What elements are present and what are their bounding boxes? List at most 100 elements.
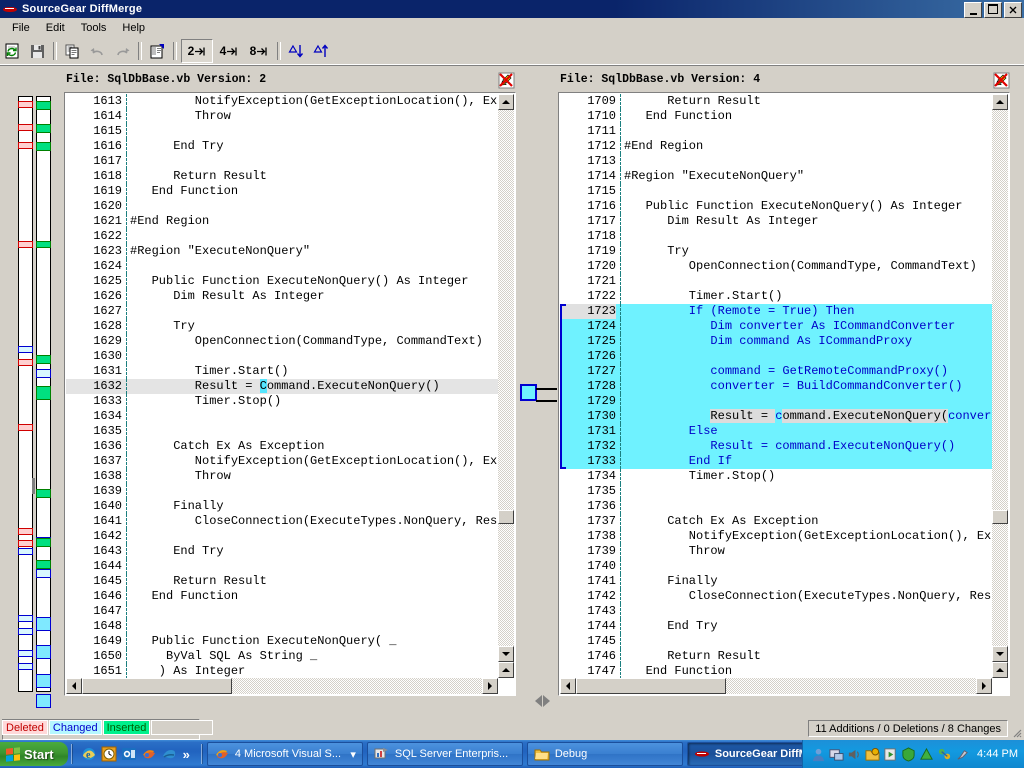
- network-icon[interactable]: [829, 747, 844, 762]
- right-diff-pane[interactable]: 1709 Return Result 1710 End Function 1711 1…: [557, 91, 1011, 697]
- copy-button[interactable]: [61, 40, 84, 62]
- code-line[interactable]: 1742 CloseConnection(ExecuteTypes.NonQue…: [560, 589, 1008, 604]
- code-line[interactable]: 1740: [560, 559, 1008, 574]
- code-line[interactable]: 1725 Dim command As ICommandProxy: [560, 334, 1008, 349]
- overview-marker-chg[interactable]: [18, 650, 33, 657]
- left-scroll-left-button[interactable]: [66, 678, 82, 694]
- overview-marker-chg[interactable]: [18, 615, 33, 622]
- context-2-button[interactable]: 2: [181, 39, 213, 63]
- left-vscroll-track[interactable]: [498, 110, 514, 646]
- left-scroll-right-button[interactable]: [482, 678, 498, 694]
- undo-button[interactable]: [86, 40, 109, 62]
- redo-button[interactable]: [111, 40, 134, 62]
- left-scroll-down-button[interactable]: [498, 646, 514, 662]
- menu-file[interactable]: File: [4, 20, 38, 36]
- quick-launch-overflow[interactable]: »: [181, 747, 192, 762]
- code-line[interactable]: 1711: [560, 124, 1008, 139]
- code-line[interactable]: 1741 Finally: [560, 574, 1008, 589]
- left-vertical-scrollbar[interactable]: [498, 94, 514, 678]
- left-horizontal-scrollbar[interactable]: [66, 678, 498, 694]
- code-line[interactable]: 1614 Throw: [66, 109, 514, 124]
- close-button[interactable]: [1004, 2, 1022, 18]
- clock-icon[interactable]: [101, 746, 117, 762]
- code-line[interactable]: 1615: [66, 124, 514, 139]
- overview-marker-ins[interactable]: [36, 538, 51, 547]
- right-vscroll-thumb[interactable]: [992, 510, 1008, 524]
- code-line[interactable]: 1629 OpenConnection(CommandType, Command…: [66, 334, 514, 349]
- media-icon[interactable]: [883, 747, 898, 762]
- code-line[interactable]: 1633 Timer.Stop(): [66, 394, 514, 409]
- code-line[interactable]: 1719 Try: [560, 244, 1008, 259]
- pane-nav-buttons[interactable]: [528, 692, 556, 710]
- code-line[interactable]: 1627: [66, 304, 514, 319]
- right-overview-map[interactable]: [36, 96, 51, 708]
- code-line[interactable]: 1649 Public Function ExecuteNonQuery( _: [66, 634, 514, 649]
- copy-to-left-icon[interactable]: [534, 695, 542, 707]
- code-line[interactable]: 1747 End Function: [560, 664, 1008, 679]
- left-overview-map[interactable]: [18, 96, 33, 692]
- code-line[interactable]: 1713: [560, 154, 1008, 169]
- user-icon[interactable]: [811, 747, 826, 762]
- code-line[interactable]: 1727 command = GetRemoteCommandProxy(): [560, 364, 1008, 379]
- overview-marker-ins[interactable]: [36, 386, 51, 400]
- code-line[interactable]: 1648: [66, 619, 514, 634]
- overview-marker-ins[interactable]: [36, 101, 51, 110]
- resize-grip-icon[interactable]: [1010, 726, 1022, 738]
- internet-explorer-icon[interactable]: e: [81, 746, 97, 762]
- code-line[interactable]: 1744 End Try: [560, 619, 1008, 634]
- code-line[interactable]: 1733 End If: [560, 454, 1008, 469]
- overview-marker-del[interactable]: [18, 142, 33, 149]
- code-line[interactable]: 1717 Dim Result As Integer: [560, 214, 1008, 229]
- right-edit-disabled-icon[interactable]: [993, 72, 1010, 89]
- code-line[interactable]: 1640 Finally: [66, 499, 514, 514]
- overview-marker-del[interactable]: [18, 241, 33, 248]
- right-scroll-pagedown-button[interactable]: [992, 662, 1008, 678]
- msn-icon[interactable]: [161, 746, 177, 762]
- left-scroll-pagedown-button[interactable]: [498, 662, 514, 678]
- antivirus-icon[interactable]: [919, 747, 934, 762]
- overview-marker-chg[interactable]: [18, 663, 33, 670]
- right-scroll-down-button[interactable]: [992, 646, 1008, 662]
- code-line[interactable]: 1645 Return Result: [66, 574, 514, 589]
- left-edit-disabled-icon[interactable]: [498, 72, 515, 89]
- overview-marker-del[interactable]: [18, 359, 33, 366]
- brush-icon[interactable]: [955, 747, 970, 762]
- overview-marker-del[interactable]: [18, 528, 33, 535]
- sync-icon[interactable]: [937, 747, 952, 762]
- code-line[interactable]: 1621 #End Region: [66, 214, 514, 229]
- taskbar-item-debug[interactable]: Debug: [526, 742, 683, 766]
- overview-marker-chg2[interactable]: [36, 645, 51, 659]
- code-line[interactable]: 1631 Timer.Start(): [66, 364, 514, 379]
- code-line[interactable]: 1619 End Function: [66, 184, 514, 199]
- code-line[interactable]: 1716 Public Function ExecuteNonQuery() A…: [560, 199, 1008, 214]
- context-8-button[interactable]: 8: [244, 40, 274, 62]
- right-scroll-right-button[interactable]: [976, 678, 992, 694]
- right-vscroll-track[interactable]: [992, 110, 1008, 646]
- code-line[interactable]: 1650 ByVal SQL As String _: [66, 649, 514, 664]
- taskbar-item-sql-server[interactable]: SQL Server Enterpris...: [366, 742, 523, 766]
- code-line[interactable]: 1724 Dim converter As ICommandConverter: [560, 319, 1008, 334]
- code-line[interactable]: 1728 converter = BuildCommandConverter(): [560, 379, 1008, 394]
- overview-marker-ins[interactable]: [36, 142, 51, 151]
- code-line[interactable]: 1644: [66, 559, 514, 574]
- taskbar-clock[interactable]: 4:44 PM: [977, 748, 1018, 760]
- overview-marker-del[interactable]: [18, 124, 33, 131]
- code-line[interactable]: 1636 Catch Ex As Exception: [66, 439, 514, 454]
- right-hscroll-thumb[interactable]: [576, 678, 726, 694]
- taskbar-group-chevron-icon[interactable]: ▾: [350, 748, 356, 761]
- next-difference-button[interactable]: [285, 40, 308, 62]
- left-hscroll-thumb[interactable]: [82, 678, 232, 694]
- refresh-button[interactable]: [1, 40, 24, 62]
- code-line[interactable]: 1638 Throw: [66, 469, 514, 484]
- code-line[interactable]: 1714 #Region "ExecuteNonQuery": [560, 169, 1008, 184]
- code-line[interactable]: 1651 ) As Integer: [66, 664, 514, 679]
- overview-marker-chg[interactable]: [18, 346, 33, 353]
- code-line[interactable]: 1630: [66, 349, 514, 364]
- overview-marker-ins[interactable]: [36, 241, 51, 248]
- outlook-icon[interactable]: [121, 746, 137, 762]
- code-line[interactable]: 1732 Result = command.ExecuteNonQuery(): [560, 439, 1008, 454]
- save-button[interactable]: [26, 40, 49, 62]
- code-line[interactable]: 1623 #Region "ExecuteNonQuery": [66, 244, 514, 259]
- code-line[interactable]: 1628 Try: [66, 319, 514, 334]
- overview-marker-chg2[interactable]: [36, 674, 51, 688]
